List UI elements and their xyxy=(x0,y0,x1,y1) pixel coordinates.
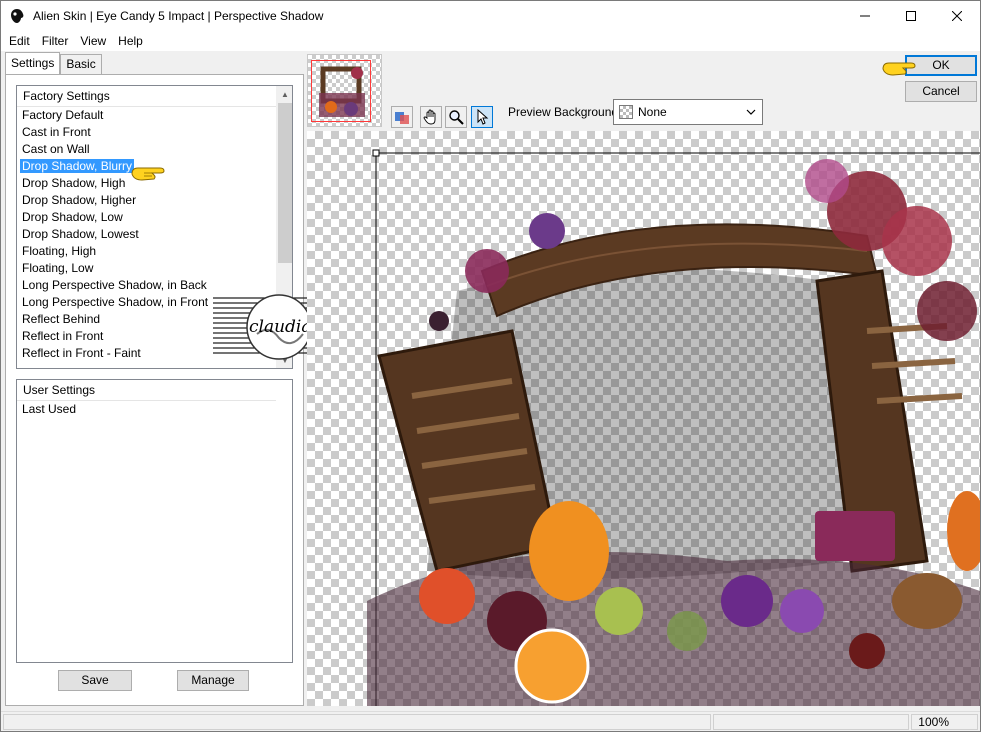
list-item[interactable]: Long Perspective Shadow, in Back xyxy=(17,277,292,294)
preview-background-label: Preview Background: xyxy=(508,105,622,119)
tab-basic[interactable]: Basic xyxy=(60,54,102,74)
minimize-button[interactable] xyxy=(842,1,888,31)
arrow-pointer-icon xyxy=(477,109,489,125)
app-icon xyxy=(9,8,25,24)
compare-icon xyxy=(395,112,409,124)
tool-pointer[interactable] xyxy=(471,106,493,128)
selected-item-label: Drop Shadow, Blurry xyxy=(20,159,135,173)
close-icon xyxy=(952,11,962,21)
hand-icon xyxy=(423,109,436,125)
watermark-text: claudia xyxy=(249,317,312,337)
settings-tabs: Settings Basic xyxy=(5,52,102,74)
tool-hand[interactable] xyxy=(420,106,442,128)
list-item[interactable]: Drop Shadow, Lowest xyxy=(17,226,292,243)
title-bar: Alien Skin | Eye Candy 5 Impact | Perspe… xyxy=(1,1,980,31)
menu-help[interactable]: Help xyxy=(112,31,149,51)
magnifier-icon xyxy=(449,110,464,125)
status-bar: 100% xyxy=(1,711,980,731)
tab-settings[interactable]: Settings xyxy=(5,52,61,74)
manage-button[interactable]: Manage xyxy=(177,670,249,691)
pointing-hand-icon xyxy=(131,167,165,181)
list-item[interactable]: Floating, High xyxy=(17,243,292,260)
navigator-thumbnail[interactable] xyxy=(307,54,382,127)
list-item[interactable]: Drop Shadow, Low xyxy=(17,209,292,226)
pointing-hand-ok-icon xyxy=(882,62,916,76)
maximize-button[interactable] xyxy=(888,1,934,31)
menu-edit[interactable]: Edit xyxy=(3,31,36,51)
status-message xyxy=(3,714,711,730)
tool-zoom[interactable] xyxy=(445,106,467,128)
menu-bar: Edit Filter View Help xyxy=(1,31,980,51)
cancel-button[interactable]: Cancel xyxy=(905,81,977,102)
app-window: Alien Skin | Eye Candy 5 Impact | Perspe… xyxy=(0,0,981,732)
close-button[interactable] xyxy=(934,1,980,31)
preview-canvas[interactable] xyxy=(307,131,980,706)
scroll-thumb[interactable] xyxy=(278,103,292,263)
viewport-indicator[interactable] xyxy=(311,60,371,122)
preview-background-value: None xyxy=(638,105,667,119)
factory-settings-header: Factory Settings xyxy=(17,86,276,107)
minimize-icon xyxy=(860,15,870,17)
save-button[interactable]: Save xyxy=(58,670,132,691)
transparent-swatch-icon xyxy=(619,105,633,119)
preview-background-select[interactable]: None xyxy=(613,99,763,125)
chevron-down-icon xyxy=(746,109,756,115)
zoom-level: 100% xyxy=(911,714,978,730)
list-item[interactable]: Factory Default xyxy=(17,107,292,124)
user-settings-header: User Settings xyxy=(17,380,276,401)
list-item[interactable]: Cast in Front xyxy=(17,124,292,141)
list-item[interactable]: Floating, Low xyxy=(17,260,292,277)
list-item[interactable]: Cast on Wall xyxy=(17,141,292,158)
window-title: Alien Skin | Eye Candy 5 Impact | Perspe… xyxy=(33,9,324,23)
settings-panel: Factory Settings Factory Default Cast in… xyxy=(5,74,349,706)
user-settings-list[interactable]: User Settings Last Used xyxy=(16,379,293,663)
menu-filter[interactable]: Filter xyxy=(36,31,75,51)
status-info xyxy=(713,714,909,730)
tool-toggle-preview[interactable] xyxy=(391,106,413,128)
scroll-up-icon[interactable]: ▲ xyxy=(277,86,293,102)
frame-artwork xyxy=(367,149,980,706)
list-item[interactable]: Last Used xyxy=(17,401,292,418)
list-item[interactable]: Drop Shadow, Higher xyxy=(17,192,292,209)
maximize-icon xyxy=(906,11,916,21)
menu-view[interactable]: View xyxy=(74,31,112,51)
